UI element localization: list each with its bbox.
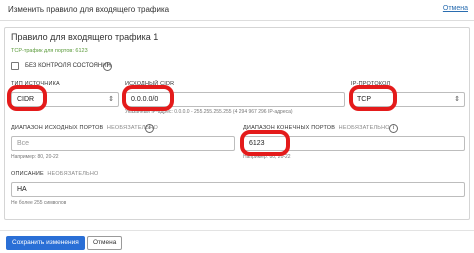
dialog-title: Изменить правило для входящего трафика — [8, 5, 170, 14]
info-icon[interactable]: i — [145, 124, 154, 133]
source-type-select[interactable]: CIDR ⇕ — [11, 92, 119, 107]
footer-divider — [0, 230, 474, 231]
description-input[interactable]: HA — [11, 182, 465, 197]
source-cidr-input[interactable]: 0.0.0.0/0 — [125, 92, 345, 107]
source-port-input[interactable]: Все — [11, 136, 235, 151]
rule-summary: TCP-трафик для портов: 6123 — [11, 48, 88, 54]
dest-port-value: 6123 — [249, 140, 265, 147]
ip-protocol-select[interactable]: TCP ⇕ — [351, 92, 465, 107]
description-value: HA — [17, 186, 27, 193]
ip-protocol-value: TCP — [357, 96, 371, 103]
stateless-label: БЕЗ КОНТРОЛЯ СОСТОЯНИЯ — [25, 63, 111, 69]
dest-port-label: ДИАПАЗОН КОНЕЧНЫХ ПОРТОВ НЕОБЯЗАТЕЛЬНО — [243, 125, 390, 131]
source-cidr-label: ИСХОДНЫЙ CIDR — [125, 81, 175, 87]
ip-protocol-label: IP-ПРОТОКОЛ — [351, 81, 391, 87]
save-button[interactable]: Сохранить изменения — [6, 236, 85, 250]
source-cidr-hint: Указанный IP-адрес: 0.0.0.0 - 255.255.25… — [125, 109, 293, 115]
cancel-button[interactable]: Отмена — [87, 236, 123, 250]
chevron-updown-icon: ⇕ — [454, 96, 460, 103]
dest-port-hint: Например: 80, 20-22 — [243, 154, 291, 160]
source-port-placeholder: Все — [17, 140, 30, 147]
dialog-header: Изменить правило для входящего трафика О… — [0, 0, 474, 21]
info-icon[interactable]: i — [389, 124, 398, 133]
source-port-label: ДИАПАЗОН ИСХОДНЫХ ПОРТОВ НЕОБЯЗАТЕЛЬНО — [11, 125, 158, 131]
header-cancel-link[interactable]: Отмена — [443, 5, 468, 12]
dest-port-input[interactable]: 6123 — [243, 136, 465, 151]
source-cidr-value: 0.0.0.0/0 — [131, 96, 159, 103]
source-type-label: ТИП ИСТОЧНИКА — [11, 81, 60, 87]
source-port-hint: Например: 80, 20-22 — [11, 154, 59, 160]
source-type-value: CIDR — [17, 96, 35, 103]
stateless-checkbox[interactable] — [11, 62, 19, 70]
info-icon[interactable]: i — [103, 62, 112, 71]
description-hint: Не более 255 символов — [11, 200, 67, 206]
description-label: ОПИСАНИЕ НЕОБЯЗАТЕЛЬНО — [11, 171, 99, 177]
ingress-rule-panel: Правило для входящего трафика 1 TCP-траф… — [4, 27, 470, 220]
panel-title: Правило для входящего трафика 1 — [11, 32, 159, 42]
chevron-updown-icon: ⇕ — [108, 96, 114, 103]
